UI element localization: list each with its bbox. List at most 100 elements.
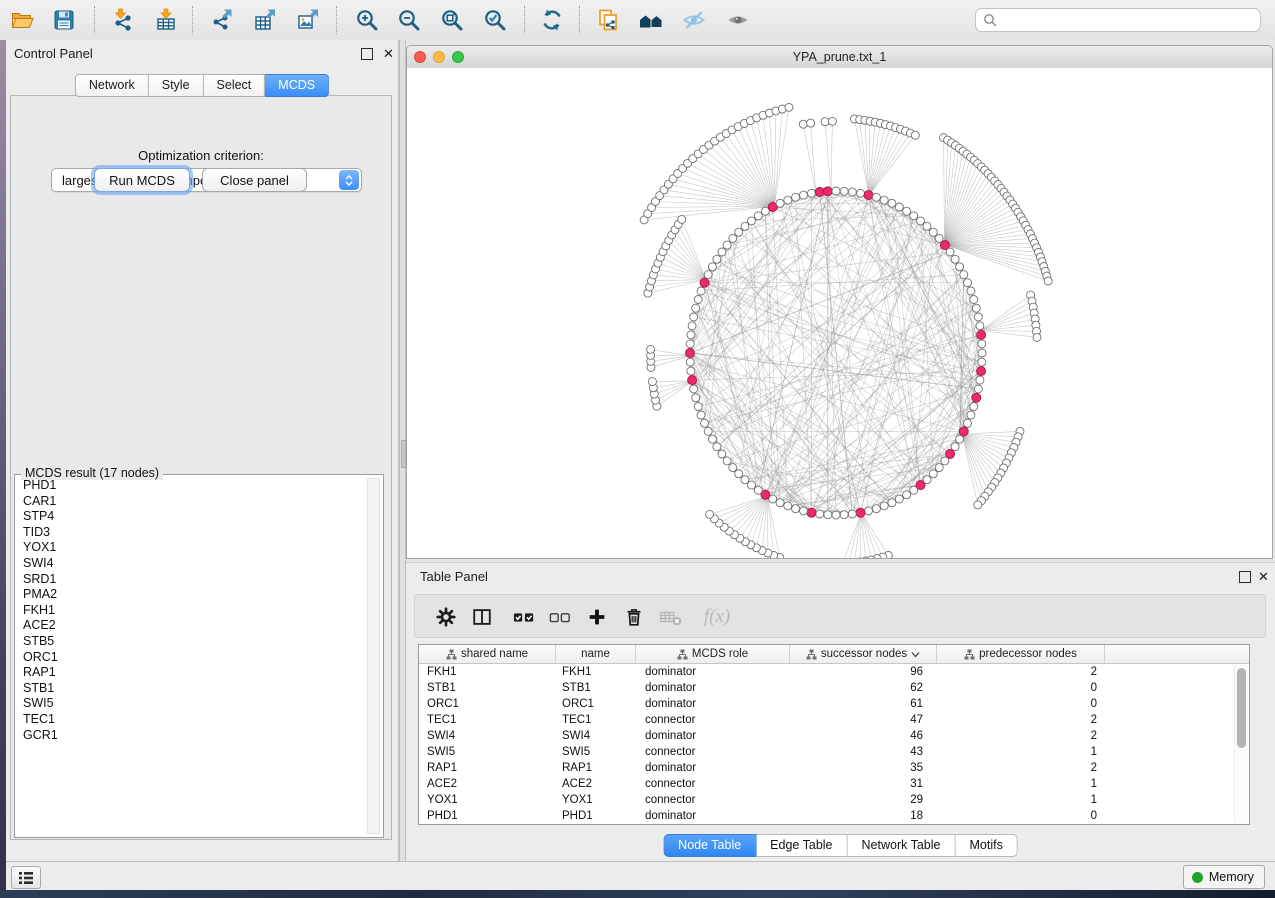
column-type-icon	[964, 649, 975, 660]
import-network-button[interactable]	[103, 3, 141, 37]
export-network-button[interactable]	[203, 3, 241, 37]
control-panel: Control Panel ✕ NetworkStyleSelectMCDS O…	[6, 40, 399, 861]
mcds-result-item[interactable]: STP4	[18, 509, 365, 525]
mcds-result-groupbox: MCDS result (17 nodes) PHD1CAR1STP4TID3Y…	[14, 474, 384, 838]
cell-successor-nodes: 29	[790, 794, 937, 806]
table-scrollbar-thumb[interactable]	[1237, 668, 1246, 748]
open-file-button[interactable]	[3, 3, 41, 37]
table-row[interactable]: FKH1FKH1dominator962	[419, 664, 1249, 680]
mcds-result-item[interactable]: PHD1	[18, 478, 365, 494]
mcds-result-item[interactable]: FKH1	[18, 603, 365, 619]
table-row[interactable]: TEC1TEC1connector472	[419, 712, 1249, 728]
mcds-result-item[interactable]: SWI4	[18, 556, 365, 572]
mcds-result-item[interactable]: TEC1	[18, 712, 365, 728]
mcds-result-item[interactable]: PMA2	[18, 587, 365, 603]
zoom-selected-button[interactable]	[476, 3, 514, 37]
first-neighbors-button[interactable]	[632, 3, 670, 37]
zoom-fit-button[interactable]	[433, 3, 471, 37]
table-row[interactable]: RAP1RAP1dominator352	[419, 760, 1249, 776]
search-field[interactable]	[975, 8, 1261, 32]
search-input[interactable]	[1002, 12, 1260, 28]
zoom-in-button[interactable]	[348, 3, 386, 37]
refresh-icon	[540, 8, 564, 32]
column-header-successor-nodes[interactable]: successor nodes	[790, 645, 937, 663]
cell-name: PHD1	[556, 810, 636, 822]
cell-name: TEC1	[556, 714, 636, 726]
mcds-result-item[interactable]: STB5	[18, 634, 365, 650]
table-tab-motifs[interactable]: Motifs	[955, 834, 1017, 857]
export-image-button[interactable]	[289, 3, 327, 37]
table-tab-network-table[interactable]: Network Table	[848, 834, 956, 857]
float-table-panel-button[interactable]	[1239, 571, 1251, 583]
close-table-panel-button[interactable]: ✕	[1258, 572, 1269, 582]
float-panel-button[interactable]	[361, 48, 373, 60]
table-row[interactable]: PHD1PHD1dominator180	[419, 808, 1249, 824]
table-options-button[interactable]	[432, 604, 460, 630]
mcds-result-item[interactable]: TID3	[18, 525, 365, 541]
table-row[interactable]: STB1STB1dominator620	[419, 680, 1249, 696]
table-row[interactable]: SWI4SWI4dominator462	[419, 728, 1249, 744]
network-graph[interactable]	[407, 68, 1272, 558]
add-column-button[interactable]	[583, 604, 611, 630]
table-tab-edge-table[interactable]: Edge Table	[756, 834, 847, 857]
show-all-button[interactable]	[719, 3, 757, 37]
deselect-all-columns-button[interactable]	[546, 604, 574, 630]
refresh-view-button[interactable]	[533, 3, 571, 37]
select-all-columns-button[interactable]	[510, 604, 538, 630]
export-network-icon	[210, 8, 234, 32]
cell-mcds-role: dominator	[636, 682, 790, 694]
save-session-button[interactable]	[45, 3, 83, 37]
task-history-button[interactable]	[11, 866, 41, 889]
memory-status-button[interactable]: Memory	[1183, 865, 1265, 889]
export-table-button[interactable]	[246, 3, 284, 37]
cell-predecessor-nodes: 1	[937, 778, 1105, 790]
zoom-out-button[interactable]	[390, 3, 428, 37]
mcds-list-scrollbar[interactable]	[367, 478, 380, 834]
column-header-shared-name[interactable]: shared name	[419, 645, 556, 663]
column-header-name[interactable]: name	[556, 645, 636, 663]
run-mcds-button[interactable]: Run MCDS	[94, 168, 190, 192]
control-tab-style[interactable]: Style	[149, 74, 204, 97]
checked-boxes-icon	[512, 606, 536, 628]
node-table-header: shared namename MCDS role successor node…	[419, 645, 1249, 664]
mcds-result-item[interactable]: YOX1	[18, 540, 365, 556]
mcds-result-item[interactable]: ACE2	[18, 618, 365, 634]
cell-shared-name: ACE2	[419, 778, 556, 790]
split-table-view-button[interactable]	[468, 604, 496, 630]
column-header-predecessor-nodes[interactable]: predecessor nodes	[937, 645, 1105, 663]
mcds-result-item[interactable]: STB1	[18, 681, 365, 697]
mcds-result-item[interactable]: ORC1	[18, 650, 365, 666]
close-panel-button[interactable]: Close panel	[202, 168, 307, 192]
table-row[interactable]: ORC1ORC1dominator610	[419, 696, 1249, 712]
control-tab-mcds[interactable]: MCDS	[265, 74, 329, 97]
table-scrollbar[interactable]	[1234, 665, 1248, 823]
cell-successor-nodes: 35	[790, 762, 937, 774]
gear-icon	[435, 606, 457, 628]
hide-selected-button[interactable]	[675, 3, 713, 37]
table-row[interactable]: YOX1YOX1connector291	[419, 792, 1249, 808]
mcds-result-item[interactable]: CAR1	[18, 494, 365, 510]
table-row[interactable]: ACE2ACE2connector311	[419, 776, 1249, 792]
mcds-result-item[interactable]: GCR1	[18, 728, 365, 744]
mcds-result-list[interactable]: PHD1CAR1STP4TID3YOX1SWI4SRD1PMA2FKH1ACE2…	[18, 478, 365, 834]
mcds-result-item[interactable]: RAP1	[18, 665, 365, 681]
delete-columns-button[interactable]	[620, 604, 648, 630]
cell-shared-name: ORC1	[419, 698, 556, 710]
table-row[interactable]: SWI5SWI5connector431	[419, 744, 1249, 760]
mcds-result-item[interactable]: SWI5	[18, 696, 365, 712]
table-tab-node-table[interactable]: Node Table	[663, 834, 756, 857]
import-table-button[interactable]	[147, 3, 185, 37]
close-panel-icon-button[interactable]: ✕	[383, 49, 394, 59]
column-header-mcds-role[interactable]: MCDS role	[636, 645, 790, 663]
panel-splitter[interactable]	[399, 40, 406, 861]
split-view-icon	[471, 606, 493, 628]
clone-network-button[interactable]	[589, 3, 627, 37]
cell-mcds-role: dominator	[636, 698, 790, 710]
table-panel-tabs: Node TableEdge TableNetwork TableMotifs	[663, 834, 1018, 857]
cell-predecessor-nodes: 0	[937, 682, 1105, 694]
network-window-titlebar[interactable]: YPA_prune.txt_1	[407, 46, 1272, 69]
control-tab-network[interactable]: Network	[75, 74, 149, 97]
mcds-result-item[interactable]: SRD1	[18, 572, 365, 588]
network-canvas[interactable]	[407, 68, 1272, 558]
control-tab-select[interactable]: Select	[204, 74, 266, 97]
